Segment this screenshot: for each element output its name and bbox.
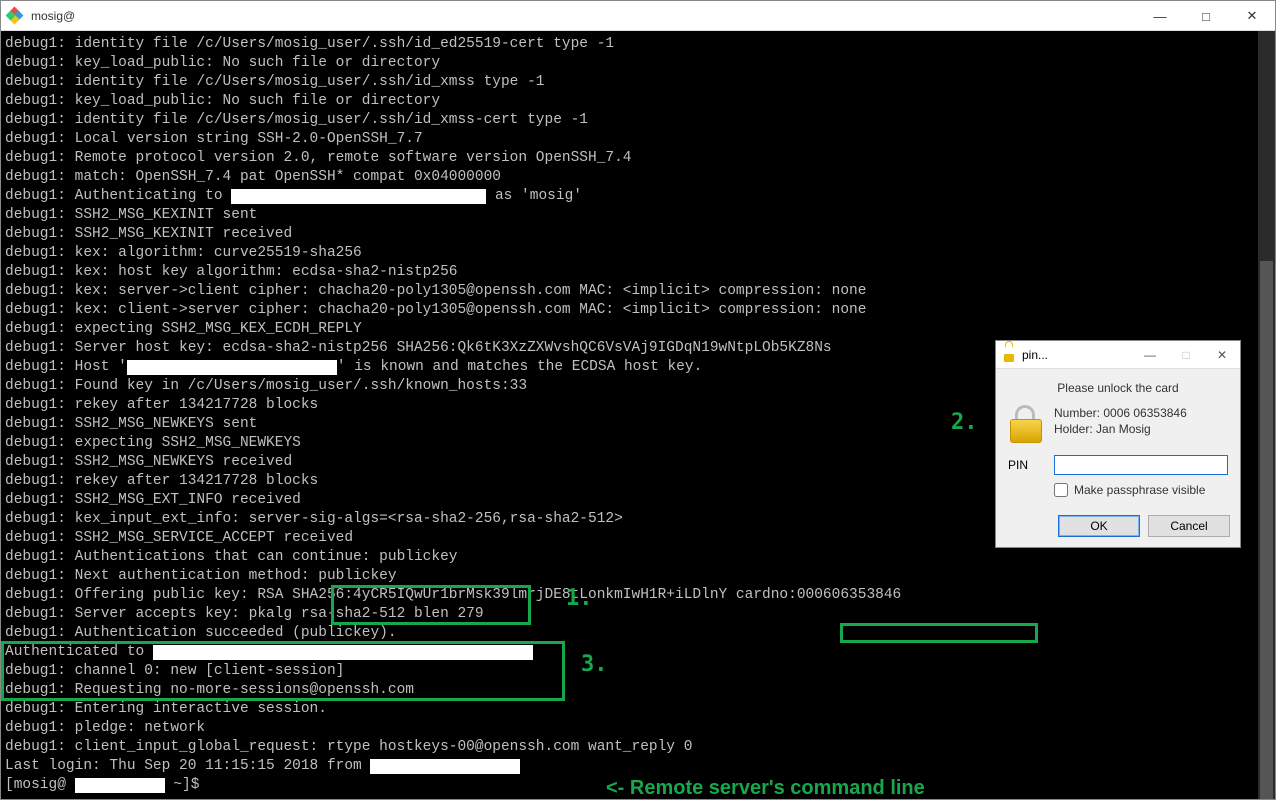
card-holder-label: Holder: Jan Mosig [1054, 421, 1187, 437]
maximize-button[interactable]: □ [1183, 1, 1229, 31]
app-icon [7, 8, 23, 24]
terminal-text: as 'mosig' [486, 188, 582, 204]
terminal-text: debug1: Host ' [5, 359, 127, 375]
redacted-hostname [127, 360, 337, 375]
ok-button[interactable]: OK [1058, 515, 1140, 537]
annotation-2: 2. [951, 413, 978, 432]
terminal-text: Authenticated to [5, 644, 153, 660]
redacted-hostname [370, 759, 520, 774]
dialog-maximize-button: □ [1168, 341, 1204, 369]
scrollbar[interactable] [1258, 31, 1275, 799]
dialog-message: Please unlock the card [1008, 381, 1228, 395]
dialog-minimize-button[interactable]: — [1132, 341, 1168, 369]
terminal-text: debug1: Offering public key: RSA SHA256:… [5, 587, 736, 603]
shell-prompt: ~]$ [165, 777, 200, 793]
cancel-button[interactable]: Cancel [1148, 515, 1230, 537]
terminal-text: debug1: identity file /c/Users/mosig_use… [5, 36, 632, 185]
close-button[interactable]: ✕ [1229, 1, 1275, 31]
pin-label: PIN [1008, 458, 1044, 472]
dialog-close-button[interactable]: ✕ [1204, 341, 1240, 369]
terminal-text: debug1: Authenticating to [5, 188, 231, 204]
terminal-text: debug1: Server accepts key: pkalg rsa-sh… [5, 606, 484, 641]
terminal-text: cardno:000606353846 [736, 587, 901, 603]
terminal-text: ' is known and matches the ECDSA host ke… [337, 359, 702, 375]
window-controls: — □ ✕ [1137, 1, 1275, 31]
terminal-text: Last login: Thu Sep 20 11:15:15 2018 fro… [5, 758, 370, 774]
annotation-remote: <- Remote server's command line [606, 779, 925, 798]
dialog-titlebar[interactable]: pin... — □ ✕ [996, 341, 1240, 369]
shell-prompt: [mosig@ [5, 777, 75, 793]
lock-icon [1002, 348, 1016, 362]
redacted-hostname [153, 645, 533, 660]
passphrase-visible-checkbox[interactable] [1054, 483, 1068, 497]
pin-dialog: pin... — □ ✕ Please unlock the card Numb… [995, 340, 1241, 548]
redacted-hostname [231, 189, 486, 204]
titlebar[interactable]: mosig@ — □ ✕ [1, 1, 1275, 31]
window-title: mosig@ [31, 9, 75, 23]
pin-input[interactable] [1054, 455, 1228, 475]
lock-icon [1008, 405, 1044, 445]
dialog-title: pin... [1022, 348, 1048, 362]
redacted-hostname [75, 778, 165, 793]
card-number-label: Number: 0006 06353846 [1054, 405, 1187, 421]
terminal-text: debug1: Found key in /c/Users/mosig_user… [5, 378, 623, 584]
minimize-button[interactable]: — [1137, 1, 1183, 31]
annotation-1: 1. [566, 589, 593, 608]
terminal-text: debug1: SSH2_MSG_KEXINIT sent debug1: SS… [5, 207, 866, 356]
annotation-3: 3. [581, 655, 608, 674]
passphrase-visible-label: Make passphrase visible [1074, 483, 1205, 497]
scrollbar-thumb[interactable] [1260, 261, 1273, 799]
highlight-box-cardno [840, 623, 1038, 643]
